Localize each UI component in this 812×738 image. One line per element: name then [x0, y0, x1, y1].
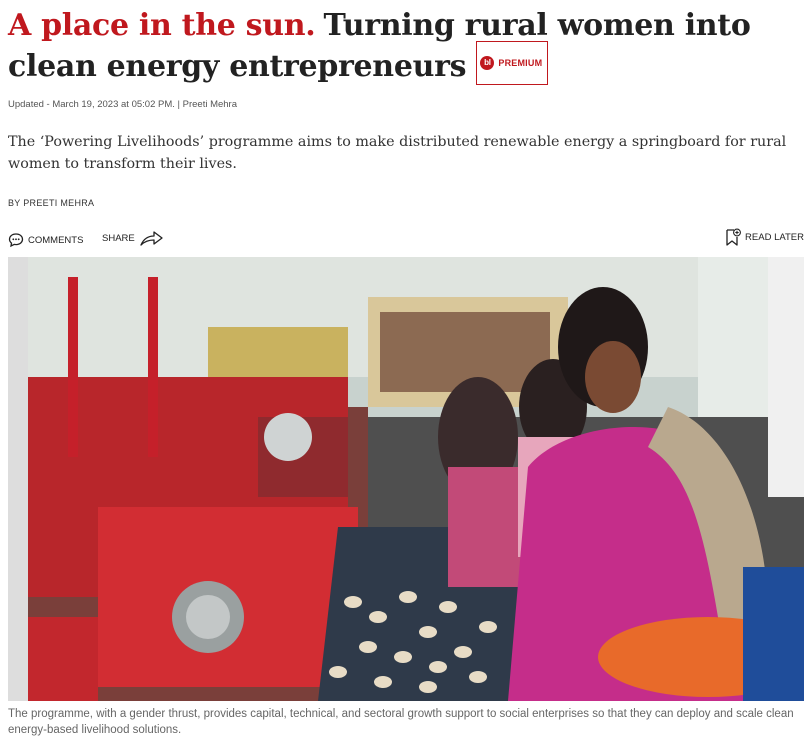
- comments-button[interactable]: COMMENTS: [8, 232, 83, 248]
- read-later-button[interactable]: READ LATER: [725, 228, 804, 246]
- share-label: SHARE: [102, 232, 135, 244]
- comment-icon: [8, 233, 24, 248]
- share-arrow-icon: [140, 231, 163, 246]
- share-button[interactable]: SHARE: [102, 228, 165, 248]
- updated-timestamp: Updated - March 19, 2023 at 05:02 PM. | …: [8, 99, 238, 110]
- article-summary: The ‘Powering Livelihoods’ programme aim…: [8, 134, 787, 172]
- premium-badge: bl PREMIUM: [476, 41, 549, 85]
- article: A place in the sun. Turning rural women i…: [8, 0, 804, 736]
- read-later-label: READ LATER: [745, 231, 804, 243]
- photo-caption: The programme, with a gender thrust, pro…: [8, 708, 794, 736]
- article-actions: COMMENTS SHARE READ LATER: [8, 228, 804, 250]
- byline[interactable]: BY PREETI MEHRA: [8, 198, 94, 208]
- headline-kicker: A place in the sun.: [8, 8, 316, 43]
- women-spinning-yarn-photo: [8, 257, 804, 701]
- bookmark-add-icon: [726, 228, 741, 246]
- premium-badge-icon: bl: [480, 56, 495, 70]
- premium-label: PREMIUM: [498, 58, 543, 68]
- comments-label: COMMENTS: [28, 234, 84, 246]
- article-photo: [8, 257, 804, 701]
- article-headline: A place in the sun. Turning rural women i…: [8, 0, 804, 90]
